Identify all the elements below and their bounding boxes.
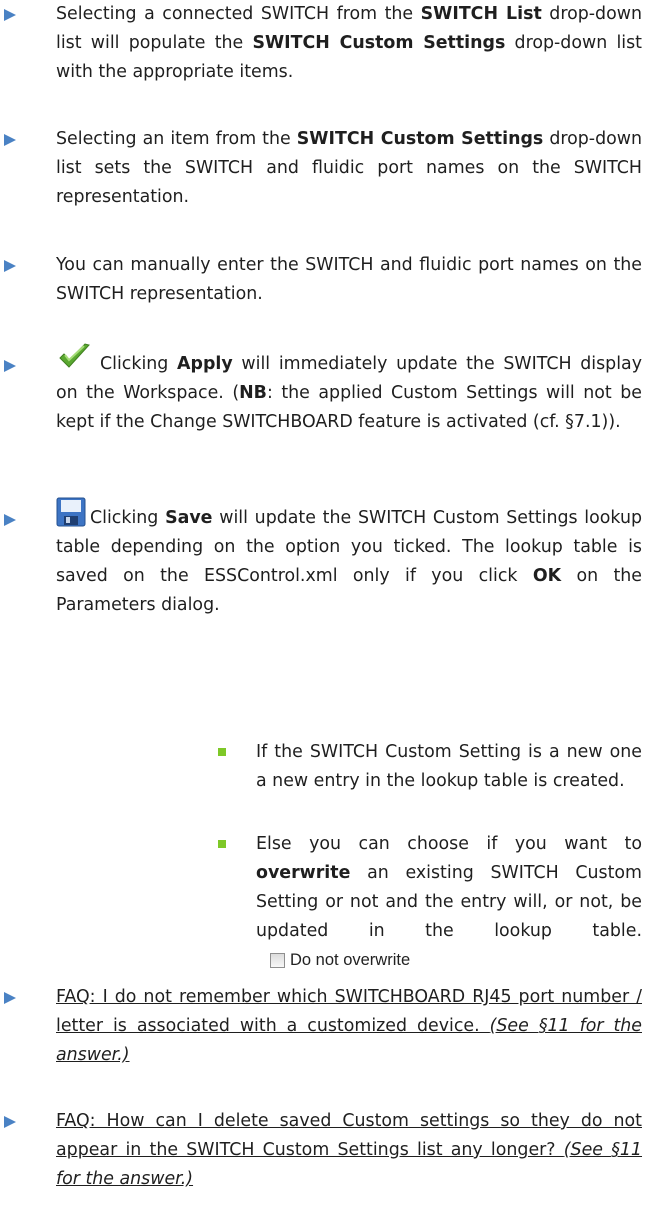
triangle-bullet-icon [4,1116,16,1128]
checkbox[interactable] [270,953,285,968]
bullet-item-apply: Clicking Apply will immediately update t… [4,343,642,437]
bullet-item-custom-settings: Selecting an item from the SWITCH Custom… [4,125,642,212]
bullet-item-manual-entry: You can manually enter the SWITCH and fl… [4,251,642,309]
paragraph: FAQ: How can I delete saved Custom setti… [56,1107,642,1194]
triangle-bullet-icon [4,992,16,1004]
sub-item-overwrite: Else you can choose if you want to overw… [218,830,642,978]
square-bullet-icon [218,748,226,756]
paragraph: Selecting an item from the SWITCH Custom… [56,129,642,207]
faq-item-port-number: FAQ: I do not remember which SWITCHBOARD… [4,983,642,1070]
save-disk-icon [56,497,86,527]
bullet-item-save: Clicking Save will update the SWITCH Cus… [4,497,642,620]
triangle-bullet-icon [4,514,16,526]
paragraph: Clicking Save will update the SWITCH Cus… [56,497,642,620]
paragraph: You can manually enter the SWITCH and fl… [56,255,642,304]
paragraph: If the SWITCH Custom Setting is a new on… [256,742,642,791]
faq-link[interactable]: FAQ: How can I delete saved Custom setti… [56,1111,642,1160]
paragraph: Clicking Apply will immediately update t… [56,343,642,437]
green-checkmark-icon [56,343,92,373]
square-bullet-icon [218,840,226,848]
bullet-item-switch-list: Selecting a connected SWITCH from the SW… [4,0,642,87]
triangle-bullet-icon [4,260,16,272]
sub-item-new-entry: If the SWITCH Custom Setting is a new on… [218,738,642,796]
do-not-overwrite-option[interactable]: Do not overwrite [270,946,410,975]
triangle-bullet-icon [4,9,16,21]
triangle-bullet-icon [4,134,16,146]
faq-item-delete-settings: FAQ: How can I delete saved Custom setti… [4,1107,642,1194]
faq-link[interactable]: FAQ: I do not remember which SWITCHBOARD… [56,983,642,1070]
paragraph: Else you can choose if you want to overw… [256,830,642,978]
document-page: Selecting a connected SWITCH from the SW… [0,0,657,1210]
triangle-bullet-icon [4,360,16,372]
checkbox-label: Do not overwrite [290,951,411,969]
paragraph: Selecting a connected SWITCH from the SW… [56,4,642,82]
